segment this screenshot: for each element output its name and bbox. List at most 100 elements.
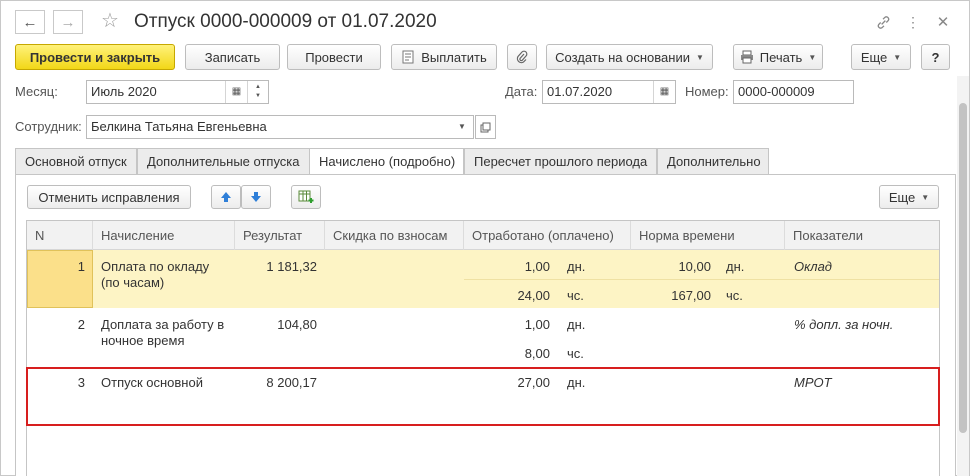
- arrow-left-icon: ←: [22, 13, 38, 31]
- document-window: ← → ☆ Отпуск 0000-000009 от 01.07.2020 ⋮…: [0, 0, 970, 476]
- link-icon-svg: [877, 15, 889, 29]
- caret-down-icon: ▼: [921, 192, 930, 202]
- date-label: Дата:: [505, 84, 538, 99]
- month-label: Месяц:: [15, 84, 58, 99]
- post-and-close-button[interactable]: Провести и закрыть: [15, 44, 175, 70]
- result-value: 1 181,32: [266, 259, 317, 274]
- result-value: 104,80: [277, 317, 317, 332]
- close-icon[interactable]: ✕: [931, 10, 955, 34]
- row-number: 2: [77, 317, 85, 332]
- more-button[interactable]: Еще ▼: [851, 44, 911, 70]
- worked-days-unit: дн.: [567, 259, 586, 274]
- calendar-icon[interactable]: ▦: [225, 81, 247, 103]
- open-employee-button[interactable]: [475, 115, 496, 139]
- employee-field[interactable]: Белкина Татьяна Евгеньевна ▼: [86, 115, 474, 139]
- star-icon[interactable]: ☆: [101, 9, 119, 33]
- table-header: N Начисление Результат Скидка по взносам…: [27, 221, 939, 250]
- accrual-name: Доплата за работу в: [101, 317, 225, 332]
- month-value: Июль 2020: [91, 84, 157, 99]
- dropdown-icon[interactable]: ▼: [451, 116, 473, 138]
- arrow-down-icon: [251, 192, 261, 202]
- more-vert-icon[interactable]: ⋮: [901, 10, 925, 34]
- create-based-on-label: Создать на основании: [555, 49, 690, 65]
- worked-hours-unit: чс.: [567, 288, 584, 303]
- norm-days: 10,00: [678, 259, 711, 274]
- post-label: Провести: [305, 49, 363, 65]
- accrual-name-line2: (по часам): [101, 275, 165, 290]
- worked-hours: 8,00: [524, 346, 550, 361]
- date-field[interactable]: 01.07.2020 ▦: [542, 80, 676, 104]
- help-button[interactable]: ?: [921, 44, 950, 70]
- date-value: 01.07.2020: [547, 84, 613, 99]
- column-header-indicators[interactable]: Показатели: [785, 221, 939, 250]
- tab-recalculation[interactable]: Пересчет прошлого периода: [464, 148, 657, 175]
- column-header-discount[interactable]: Скидка по взносам: [325, 221, 464, 250]
- create-based-on-button[interactable]: Создать на основании ▼: [546, 44, 713, 70]
- calendar-icon[interactable]: ▦: [653, 81, 675, 103]
- column-header-accrual[interactable]: Начисление: [93, 221, 235, 250]
- indicator: % допл. за ночн.: [794, 317, 894, 332]
- link-icon[interactable]: [871, 10, 895, 34]
- employee-label: Сотрудник:: [15, 119, 82, 134]
- panel-more-label: Еще: [888, 189, 916, 205]
- print-button[interactable]: Печать ▼: [733, 44, 823, 70]
- document-icon: [402, 50, 414, 64]
- cancel-corrections-label: Отменить исправления: [38, 189, 180, 205]
- indicator: Оклад: [794, 259, 832, 274]
- month-field[interactable]: Июль 2020 ▦ ▲ ▼: [86, 80, 269, 104]
- tab-accrued-detailed[interactable]: Начислено (подробно): [309, 148, 464, 176]
- title-bar: ← → ☆ Отпуск 0000-000009 от 01.07.2020 ⋮…: [1, 1, 969, 41]
- accrual-name: Оплата по окладу: [101, 259, 210, 274]
- worked-days-unit: дн.: [567, 317, 586, 332]
- employee-value: Белкина Татьяна Евгеньевна: [91, 119, 267, 134]
- worked-hours-unit: чс.: [567, 346, 584, 361]
- print-label: Печать: [759, 49, 803, 65]
- pay-button[interactable]: Выплатить: [391, 44, 497, 70]
- caret-down-icon: ▼: [695, 52, 704, 62]
- paperclip-icon: [516, 50, 528, 64]
- attach-button[interactable]: [507, 44, 537, 70]
- accruals-table: N Начисление Результат Скидка по взносам…: [26, 220, 940, 476]
- panel-more-button[interactable]: Еще ▼: [879, 185, 939, 209]
- column-header-worked[interactable]: Отработано (оплачено): [464, 221, 631, 250]
- cancel-corrections-button[interactable]: Отменить исправления: [27, 185, 191, 209]
- caret-down-icon: ▼: [893, 52, 902, 62]
- post-button[interactable]: Провести: [287, 44, 381, 70]
- number-field[interactable]: 0000-000009: [733, 80, 854, 104]
- arrow-right-icon: →: [60, 13, 76, 31]
- window-title: Отпуск 0000-000009 от 01.07.2020: [134, 11, 437, 32]
- worked-hours: 24,00: [517, 288, 550, 303]
- row-divider: [464, 279, 939, 280]
- worked-days: 1,00: [524, 317, 550, 332]
- accrual-name-line2: ночное время: [101, 333, 185, 348]
- save-button[interactable]: Записать: [185, 44, 280, 70]
- help-label: ?: [931, 49, 940, 65]
- table-add-icon: [298, 190, 314, 203]
- column-header-n[interactable]: N: [27, 221, 93, 250]
- tab-main-vacation[interactable]: Основной отпуск: [15, 148, 137, 175]
- tab-additional[interactable]: Дополнительно: [657, 148, 769, 175]
- add-column-button[interactable]: [291, 185, 321, 209]
- worked-days: 1,00: [524, 259, 550, 274]
- column-header-norm[interactable]: Норма времени: [631, 221, 785, 250]
- number-label: Номер:: [685, 84, 729, 99]
- pay-label: Выплатить: [421, 49, 487, 65]
- row-highlight-box: [26, 367, 940, 426]
- norm-hours-unit: чс.: [726, 288, 743, 303]
- month-spinner[interactable]: ▲ ▼: [247, 81, 268, 103]
- back-button[interactable]: ←: [15, 10, 45, 34]
- open-icon: [480, 122, 491, 132]
- scrollbar-thumb[interactable]: [959, 103, 967, 433]
- spin-up-icon: ▲: [255, 84, 261, 90]
- column-header-result[interactable]: Результат: [235, 221, 325, 250]
- tab-additional-vacations[interactable]: Дополнительные отпуска: [137, 148, 323, 175]
- post-and-close-label: Провести и закрыть: [29, 49, 161, 65]
- more-label: Еще: [860, 49, 888, 65]
- save-label: Записать: [204, 49, 261, 65]
- move-up-button[interactable]: [211, 185, 241, 209]
- move-down-button[interactable]: [241, 185, 271, 209]
- forward-button[interactable]: →: [53, 10, 83, 34]
- caret-down-icon: ▼: [808, 52, 817, 62]
- printer-icon: [740, 50, 753, 64]
- number-value: 0000-000009: [738, 84, 815, 99]
